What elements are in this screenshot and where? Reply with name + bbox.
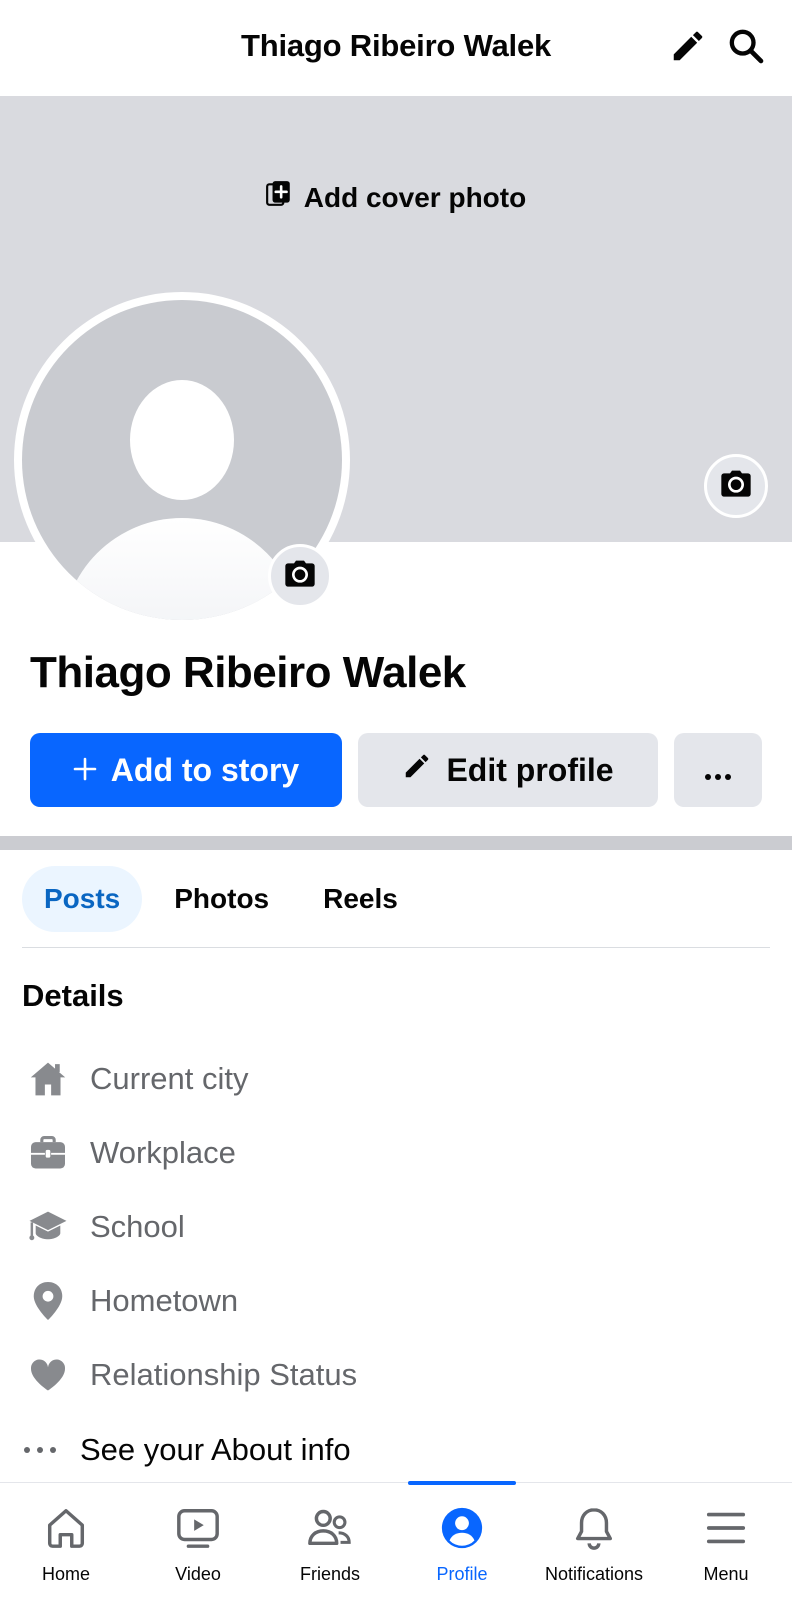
detail-label: Relationship Status — [90, 1357, 358, 1392]
tab-photos[interactable]: Photos — [152, 866, 291, 932]
tab-reels[interactable]: Reels — [301, 866, 420, 932]
profile-camera-button[interactable] — [268, 544, 332, 608]
edit-profile-label: Edit profile — [446, 751, 614, 788]
nav-label: Profile — [436, 1564, 488, 1584]
graduation-cap-icon — [26, 1205, 70, 1249]
pencil-icon — [669, 27, 707, 70]
more-options-button[interactable] — [674, 733, 762, 807]
detail-current-city[interactable]: Current city — [26, 1054, 248, 1104]
menu-icon — [703, 1505, 749, 1556]
nav-video[interactable]: Video — [132, 1483, 264, 1600]
add-photo-icon — [265, 180, 292, 215]
tabs-divider — [22, 947, 770, 948]
search-icon — [726, 26, 766, 71]
edit-profile-button[interactable]: Edit profile — [358, 733, 658, 807]
profile-tabs: Posts Photos Reels — [22, 866, 420, 932]
more-dots-icon — [22, 1441, 58, 1459]
detail-label: Current city — [90, 1061, 249, 1096]
home-icon — [26, 1057, 70, 1101]
profile-icon — [439, 1505, 485, 1556]
search-button[interactable] — [724, 26, 768, 70]
bell-icon — [571, 1505, 617, 1556]
detail-label: Workplace — [90, 1135, 236, 1170]
see-about-info-label: See your About info — [80, 1432, 351, 1467]
avatar-head-silhouette — [130, 380, 234, 500]
nav-friends[interactable]: Friends — [264, 1483, 396, 1600]
home-icon — [43, 1505, 89, 1556]
add-cover-photo-button[interactable]: Add cover photo — [0, 180, 792, 215]
add-to-story-button[interactable]: Add to story — [30, 733, 342, 807]
briefcase-icon — [26, 1131, 70, 1175]
section-divider — [0, 836, 792, 850]
add-cover-photo-label: Add cover photo — [303, 181, 527, 213]
avatar-body-silhouette — [62, 518, 302, 620]
heart-icon — [26, 1353, 70, 1397]
cover-camera-button[interactable] — [704, 454, 768, 518]
camera-icon — [284, 560, 316, 593]
see-about-info-link[interactable]: See your About info — [22, 1425, 351, 1475]
detail-relationship-status[interactable]: Relationship Status — [26, 1350, 357, 1400]
nav-label: Friends — [299, 1564, 361, 1584]
nav-profile[interactable]: Profile — [396, 1481, 528, 1600]
nav-label: Menu — [703, 1564, 749, 1584]
pencil-icon — [402, 751, 432, 789]
nav-home[interactable]: Home — [0, 1483, 132, 1600]
detail-school[interactable]: School — [26, 1202, 185, 1252]
top-bar: Thiago Ribeiro Walek — [0, 0, 792, 96]
plus-icon — [73, 752, 97, 789]
detail-label: School — [90, 1209, 185, 1244]
add-to-story-label: Add to story — [110, 751, 300, 788]
detail-hometown[interactable]: Hometown — [26, 1276, 238, 1326]
detail-workplace[interactable]: Workplace — [26, 1128, 236, 1178]
nav-label: Home — [41, 1564, 90, 1584]
more-dots-icon — [704, 752, 732, 789]
nav-notifications[interactable]: Notifications — [528, 1483, 660, 1600]
nav-label: Notifications — [544, 1564, 644, 1584]
video-icon — [175, 1505, 221, 1556]
edit-button[interactable] — [666, 26, 710, 70]
nav-menu[interactable]: Menu — [660, 1483, 792, 1600]
bottom-navigation: Home Video Friends Profile Notifications… — [0, 1481, 792, 1600]
location-pin-icon — [26, 1279, 70, 1323]
camera-icon — [720, 470, 752, 503]
nav-label: Video — [175, 1564, 221, 1584]
profile-name: Thiago Ribeiro Walek — [30, 648, 466, 697]
details-heading: Details — [22, 978, 124, 1013]
detail-label: Hometown — [90, 1283, 239, 1318]
profile-actions: Add to story Edit profile — [30, 733, 762, 807]
friends-icon — [307, 1505, 353, 1556]
tab-posts[interactable]: Posts — [22, 866, 143, 932]
